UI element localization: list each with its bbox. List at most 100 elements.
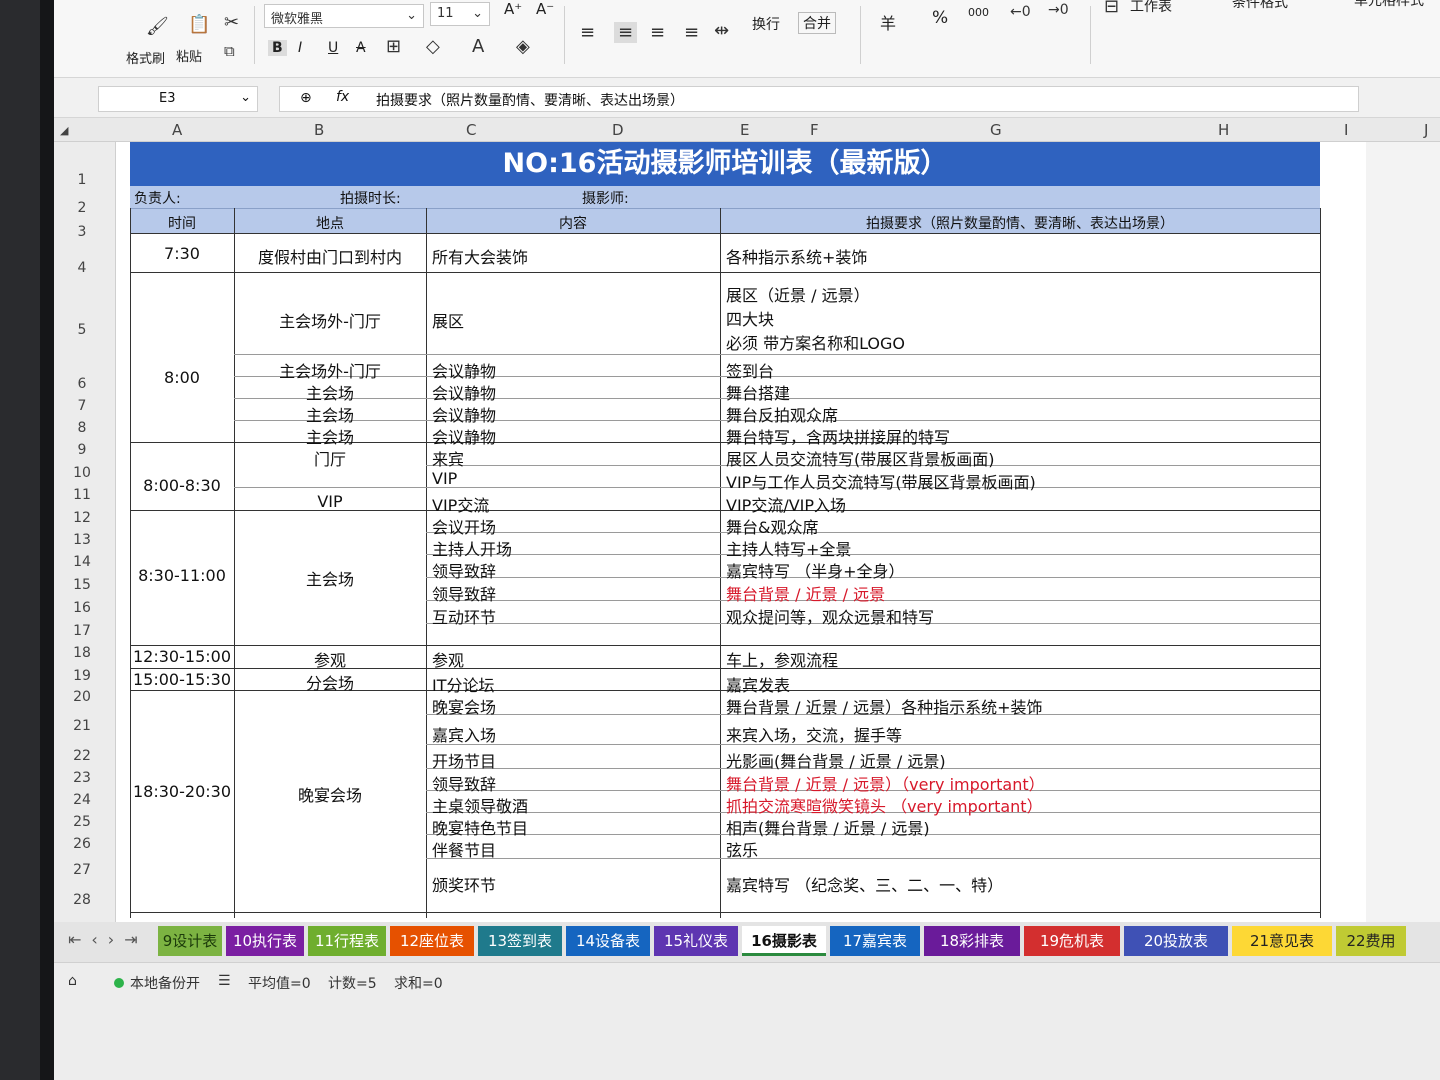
sheet-tab[interactable]: 14设备表: [566, 926, 650, 956]
duration-label[interactable]: 拍摄时长:: [340, 188, 401, 208]
row-header[interactable]: 19: [54, 668, 110, 684]
font-name-select[interactable]: 微软雅黑 ⌄: [264, 4, 424, 28]
justify-icon[interactable]: ≡: [684, 22, 699, 43]
backup-status[interactable]: 本地备份开: [130, 973, 200, 993]
format-painter-icon[interactable]: 🖌: [146, 16, 169, 37]
cell-content[interactable]: 晚宴会场: [432, 694, 496, 718]
row-header[interactable]: 13: [54, 532, 110, 548]
row-header[interactable]: 3: [54, 224, 110, 240]
cell-requirement[interactable]: 舞台&观众席: [726, 514, 818, 538]
row-header[interactable]: 6: [54, 376, 110, 392]
owner-label[interactable]: 负责人:: [134, 188, 181, 208]
cell-time[interactable]: 8:00-8:30: [130, 476, 234, 495]
cell-place[interactable]: 主会场外-门厅: [234, 308, 426, 332]
cell-time[interactable]: 18:30-20:30: [130, 782, 234, 801]
cell-content[interactable]: VIP: [432, 469, 457, 488]
sheet-tab[interactable]: 9设计表: [158, 926, 222, 956]
increase-decimal-icon[interactable]: ←0: [1010, 4, 1031, 20]
cell-content[interactable]: 嘉宾入场: [432, 722, 496, 746]
cell-requirement[interactable]: 观众提问等，观众远景和特写: [726, 604, 934, 628]
sheet-tab[interactable]: 19危机表: [1024, 926, 1120, 956]
merge-button[interactable]: 合并: [798, 12, 836, 34]
row-header[interactable]: 28: [54, 892, 110, 908]
tab-navigation-arrows[interactable]: ⇤‹›⇥: [68, 930, 148, 949]
cell-place[interactable]: 参观: [234, 647, 426, 671]
align-center-icon[interactable]: ≡: [614, 22, 638, 43]
cell-content[interactable]: 会议静物: [432, 424, 496, 448]
formula-input[interactable]: ⊕ fx 拍摄要求（照片数量酌情、要清晰、表达出场景）: [279, 86, 1359, 112]
sheet-tab[interactable]: 20投放表: [1124, 926, 1228, 956]
cell-style-button[interactable]: 单元格样式: [1354, 0, 1424, 10]
cell-content[interactable]: 参观: [432, 647, 464, 671]
select-all-corner[interactable]: ◢: [60, 124, 68, 137]
sheet-grid[interactable]: NO:16活动摄影师培训表（最新版） 负责人: 拍摄时长: 摄影师: 时间 地点…: [116, 142, 1366, 922]
row-header[interactable]: 5: [54, 322, 110, 338]
copy-icon[interactable]: ⧉: [224, 42, 235, 60]
header-requirement[interactable]: 拍摄要求（照片数量酌情、要清晰、表达出场景）: [720, 213, 1320, 233]
format-painter-button[interactable]: 格式刷: [126, 48, 165, 67]
cell-content[interactable]: 会议静物: [432, 358, 496, 382]
column-header-a[interactable]: A: [172, 121, 182, 139]
backup-icon[interactable]: ⌂: [68, 973, 77, 989]
align-right-icon[interactable]: ≡: [650, 22, 665, 43]
row-header[interactable]: 9: [54, 442, 110, 458]
cell-place[interactable]: 主会场外-门厅: [234, 358, 426, 382]
cell-requirement-important[interactable]: 舞台背景 / 近景 / 远景）（very important）: [726, 771, 1045, 795]
sheet-tab[interactable]: 10执行表: [226, 926, 304, 956]
row-header[interactable]: 14: [54, 554, 110, 570]
cell-requirement[interactable]: 光影画(舞台背景 / 近景 / 远景): [726, 748, 946, 772]
cell-place[interactable]: 门厅: [234, 446, 426, 470]
sheet-tab[interactable]: 16摄影表: [742, 926, 826, 956]
cell-requirement[interactable]: 舞台反拍观众席: [726, 402, 838, 426]
sheet-tab[interactable]: 22费用: [1336, 926, 1406, 956]
row-header[interactable]: 7: [54, 398, 110, 414]
font-color-icon[interactable]: A: [472, 36, 484, 57]
decrease-font-icon[interactable]: A⁻: [536, 0, 554, 18]
cell-content[interactable]: 互动环节: [432, 604, 496, 628]
cell-requirement[interactable]: 车上，参观流程: [726, 647, 838, 671]
cell-requirement[interactable]: 四大块: [726, 306, 774, 330]
header-place[interactable]: 地点: [234, 213, 426, 233]
cell-content[interactable]: 主持人开场: [432, 536, 512, 560]
column-header-e[interactable]: E: [740, 121, 749, 139]
sheet-tab[interactable]: 15礼仪表: [654, 926, 738, 956]
row-header[interactable]: 11: [54, 487, 110, 503]
cell-place[interactable]: VIP: [234, 492, 426, 511]
sheet-tab[interactable]: 17嘉宾表: [830, 926, 920, 956]
cell-requirement[interactable]: 嘉宾发表: [726, 672, 790, 696]
column-header-c[interactable]: C: [466, 121, 476, 139]
cell-requirement[interactable]: 主持人特写+全景: [726, 536, 851, 560]
cell-place[interactable]: 度假村由门口到村内: [234, 244, 426, 268]
cell-time[interactable]: 12:30-15:00: [130, 647, 234, 666]
clear-format-icon[interactable]: ◈: [516, 36, 530, 57]
paste-button[interactable]: 粘贴: [176, 46, 202, 65]
underline-button[interactable]: U: [328, 40, 338, 56]
bold-button[interactable]: B: [268, 40, 287, 56]
cell-content[interactable]: IT分论坛: [432, 672, 495, 696]
row-header[interactable]: 1: [54, 172, 110, 188]
cell-requirement[interactable]: 弦乐: [726, 837, 758, 861]
cell-content[interactable]: 会议开场: [432, 514, 496, 538]
cell-content[interactable]: 展区: [432, 308, 464, 332]
fill-color-icon[interactable]: ◇: [426, 36, 440, 57]
italic-button[interactable]: I: [298, 40, 302, 56]
cell-place[interactable]: 分会场: [234, 670, 426, 694]
column-header-f[interactable]: F: [810, 121, 819, 139]
sheet-icon[interactable]: ☰: [218, 973, 231, 989]
column-header-j[interactable]: J: [1424, 121, 1428, 139]
row-header[interactable]: 8: [54, 420, 110, 436]
column-header-d[interactable]: D: [612, 121, 624, 139]
cell-content[interactable]: 颁奖环节: [432, 872, 496, 896]
distribute-icon[interactable]: ⇹: [714, 20, 729, 41]
cell-content[interactable]: 晚宴特色节目: [432, 815, 528, 839]
cell-content[interactable]: 领导致辞: [432, 581, 496, 605]
cell-content[interactable]: 开场节目: [432, 748, 496, 772]
photographer-label[interactable]: 摄影师:: [582, 188, 629, 208]
cell-requirement[interactable]: 签到台: [726, 358, 774, 382]
fx-icon[interactable]: fx: [336, 89, 349, 105]
sheet-tab[interactable]: 12座位表: [390, 926, 474, 956]
row-header[interactable]: 25: [54, 814, 110, 830]
row-header[interactable]: 20: [54, 689, 110, 705]
cell-content[interactable]: 来宾: [432, 446, 464, 470]
wrap-text-button[interactable]: 换行: [752, 14, 780, 34]
